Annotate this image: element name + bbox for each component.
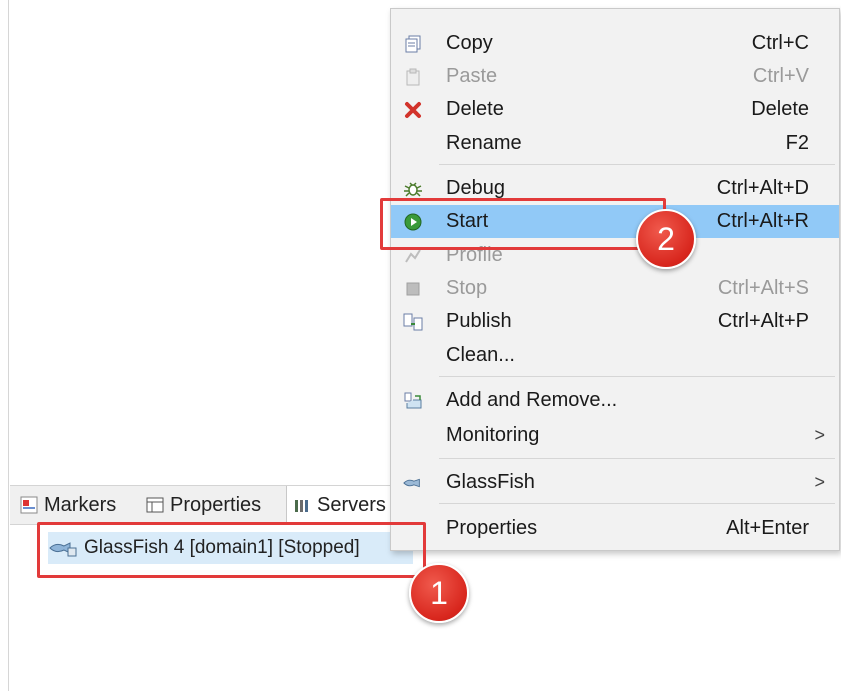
annotation-badge-two: 2	[636, 209, 696, 269]
menu-item-glassfish[interactable]: GlassFish >	[391, 466, 839, 499]
menu-item-monitoring[interactable]: Monitoring >	[391, 419, 839, 452]
menu-item-accelerator: Delete	[751, 98, 809, 120]
menu-separator	[439, 164, 835, 165]
copy-icon	[403, 34, 423, 54]
menu-item-label: Stop	[446, 277, 488, 299]
menu-item-label: Publish	[446, 310, 512, 332]
menu-item-accelerator: Ctrl+Alt+R	[716, 210, 809, 232]
menu-item-label: Rename	[446, 132, 522, 154]
menu-separator	[439, 376, 835, 377]
servers-icon	[293, 497, 311, 515]
menu-item-properties[interactable]: Properties Alt+Enter	[391, 512, 839, 545]
menu-item-rename[interactable]: Rename F2	[391, 127, 839, 160]
menu-item-accelerator: Ctrl+Alt+P	[717, 310, 809, 332]
menu-item-accelerator: Ctrl+Alt+D	[716, 177, 809, 199]
menu-item-label: Paste	[446, 65, 498, 87]
menu-item-label: Copy	[446, 32, 493, 54]
menu-item-label: Monitoring	[446, 424, 540, 446]
menu-item-accelerator: Ctrl+C	[751, 32, 809, 54]
menu-item-copy[interactable]: Copy Ctrl+C	[391, 27, 839, 60]
tab-properties[interactable]: Properties	[146, 486, 261, 524]
submenu-arrow-icon: >	[814, 472, 825, 492]
debug-icon	[403, 179, 423, 199]
menu-item-clean[interactable]: Clean...	[391, 339, 839, 372]
menu-item-paste[interactable]: Paste Ctrl+V	[391, 60, 839, 93]
properties-icon	[146, 496, 164, 514]
menu-separator	[439, 458, 835, 459]
tab-label: Servers	[317, 494, 386, 516]
glassfish-icon	[403, 473, 423, 493]
context-menu: Copy Ctrl+C Paste Ctrl+V Delete Delete R…	[390, 8, 840, 551]
menu-item-label: GlassFish	[446, 471, 535, 493]
annotation-box-server	[37, 522, 426, 578]
menu-item-delete[interactable]: Delete Delete	[391, 93, 839, 126]
menu-separator	[439, 503, 835, 504]
annotation-box-start	[380, 198, 666, 250]
tab-label: Markers	[44, 493, 117, 516]
menu-item-accelerator: Ctrl+V	[752, 65, 809, 87]
menu-item-accelerator: Ctrl+Alt+S	[717, 277, 809, 299]
tab-markers[interactable]: Markers	[20, 486, 116, 524]
editor-left-edge	[8, 0, 9, 691]
submenu-arrow-icon: >	[814, 425, 825, 445]
publish-icon	[403, 312, 423, 332]
markers-icon	[20, 496, 38, 514]
annotation-badge-one: 1	[409, 563, 469, 623]
menu-item-label: Debug	[446, 177, 505, 199]
menu-item-label: Add and Remove...	[446, 389, 618, 411]
menu-item-label: Properties	[446, 517, 538, 539]
menu-item-label: Delete	[446, 98, 504, 120]
delete-icon	[403, 100, 423, 120]
menu-item-label: Clean...	[446, 344, 515, 366]
menu-item-stop[interactable]: Stop Ctrl+Alt+S	[391, 272, 839, 305]
menu-item-publish[interactable]: Publish Ctrl+Alt+P	[391, 305, 839, 338]
menu-item-add-and-remove[interactable]: Add and Remove...	[391, 384, 839, 417]
tab-label: Properties	[170, 493, 262, 516]
add-remove-icon	[403, 391, 423, 411]
stop-icon	[403, 279, 423, 299]
paste-icon	[403, 67, 423, 87]
menu-item-accelerator: F2	[785, 132, 809, 154]
menu-item-accelerator: Alt+Enter	[726, 517, 809, 539]
view-tab-bar: Markers Properties Servers	[10, 485, 410, 525]
